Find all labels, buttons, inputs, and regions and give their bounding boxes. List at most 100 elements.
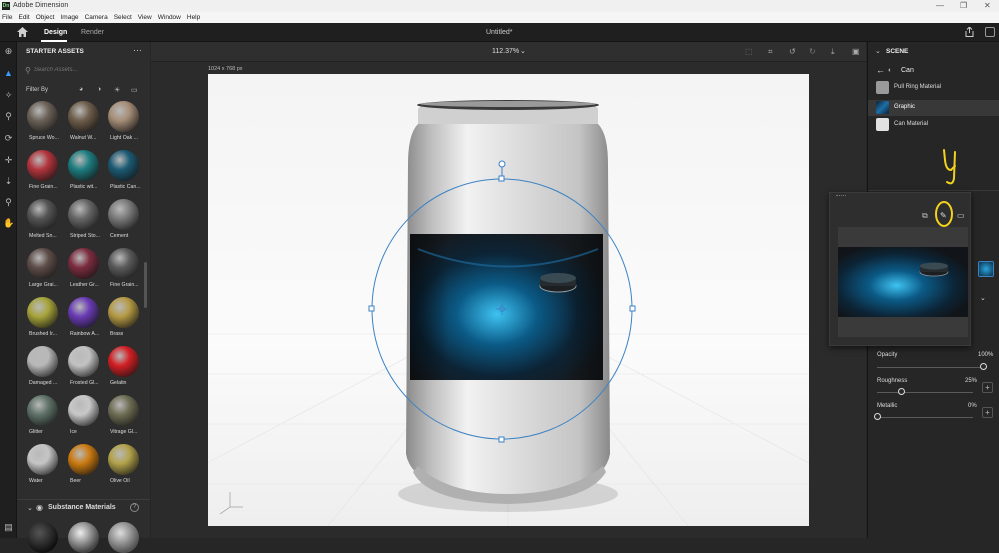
metallic-slider[interactable] (877, 417, 973, 418)
hand-icon[interactable]: ✋ (3, 218, 14, 229)
add-icon[interactable]: ⊕ (3, 46, 14, 57)
layers-icon[interactable]: ▤ (3, 522, 14, 533)
asset-swatch[interactable] (108, 150, 139, 181)
sampler-icon[interactable]: ⚲ (3, 111, 14, 122)
asset-swatch[interactable] (68, 346, 99, 377)
menu-view[interactable]: View (138, 14, 152, 21)
filter-materials-icon[interactable]: ◑ (97, 86, 101, 93)
viewport[interactable] (87, 74, 929, 527)
asset-swatch[interactable] (68, 297, 99, 328)
asset-swatch[interactable] (68, 150, 99, 181)
scene-item-pull-ring-material[interactable]: Pull Ring Material (876, 80, 996, 96)
drop-to-ground-icon[interactable]: ⤓ (831, 47, 835, 57)
camera-bookmark-icon[interactable]: ⌗ (768, 47, 773, 57)
menu-image[interactable]: Image (60, 14, 78, 21)
zoom-level[interactable]: 112.37% (492, 48, 519, 55)
menu-window[interactable]: Window (158, 14, 181, 21)
scene-item-can-material[interactable]: Can Material (876, 117, 996, 133)
dolly-icon[interactable]: ⇣ (3, 176, 14, 187)
scene-header[interactable]: SCENE (886, 48, 908, 55)
home-icon[interactable] (16, 26, 29, 38)
opacity-slider-knob[interactable] (980, 363, 987, 370)
zoom-icon[interactable]: ⚲ (3, 197, 14, 208)
restore-icon[interactable]: ❐ (960, 1, 967, 10)
menu-select[interactable]: Select (114, 14, 132, 21)
roughness-add-button[interactable]: + (982, 382, 993, 393)
asset-swatch[interactable] (108, 444, 139, 475)
roughness-slider[interactable] (877, 392, 973, 393)
scene-item-graphic[interactable]: Graphic (876, 100, 996, 116)
roughness-slider-knob[interactable] (898, 388, 905, 395)
asset-swatch[interactable] (108, 101, 139, 132)
graphic-thumbnail (876, 101, 889, 114)
minimize-icon[interactable]: — (936, 1, 944, 10)
menu-help[interactable]: Help (187, 14, 200, 21)
scrollbar-thumb[interactable] (144, 262, 147, 308)
asset-swatch[interactable] (108, 395, 139, 426)
asset-swatch[interactable] (68, 101, 99, 132)
asset-swatch[interactable] (27, 297, 58, 328)
chevron-down-icon[interactable]: ⌄ (75, 47, 81, 55)
scene-chevron-icon[interactable]: ⌄ (875, 47, 881, 55)
metallic-value[interactable]: 0% (968, 403, 977, 409)
asset-swatch[interactable] (108, 346, 139, 377)
snapshot-icon[interactable]: ▣ (852, 47, 860, 56)
tab-render[interactable]: Render (81, 23, 104, 42)
redo-view-icon[interactable]: ↻ (809, 47, 816, 56)
filter-models-icon[interactable]: ◕ (79, 86, 83, 93)
magic-wand-icon[interactable]: ✧ (3, 90, 14, 101)
asset-swatch[interactable] (68, 395, 99, 426)
asset-swatch[interactable] (108, 248, 139, 279)
asset-swatch[interactable] (68, 248, 99, 279)
breadcrumb[interactable]: Can (901, 67, 914, 74)
scale-handle-right[interactable] (629, 305, 636, 312)
asset-swatch[interactable] (68, 199, 99, 230)
select-tool-icon[interactable]: ▲ (3, 68, 14, 79)
asset-swatch[interactable] (27, 444, 58, 475)
metallic-add-button[interactable]: + (982, 407, 993, 418)
filter-images-icon[interactable]: ▭ (131, 86, 138, 94)
pan-icon[interactable]: ✛ (3, 155, 14, 166)
asset-swatch[interactable] (108, 199, 139, 230)
zoom-chevron-icon[interactable]: ⌄ (520, 47, 526, 55)
roughness-value[interactable]: 25% (965, 378, 977, 384)
menu-camera[interactable]: Camera (85, 14, 108, 21)
menu-edit[interactable]: Edit (18, 14, 29, 21)
help-icon[interactable]: ? (130, 503, 139, 512)
panel-toggle-icon[interactable] (985, 27, 995, 37)
asset-swatch[interactable] (27, 150, 58, 181)
replace-image-icon[interactable]: ⧉ (922, 211, 928, 221)
substance-header[interactable]: Substance Materials (48, 504, 116, 511)
scale-handle-bottom[interactable] (498, 436, 505, 443)
menu-object[interactable]: Object (36, 14, 55, 21)
asset-swatch[interactable] (27, 101, 58, 132)
scale-handle-left[interactable] (368, 305, 375, 312)
frame-icon[interactable]: ⬚ (745, 47, 753, 56)
expand-chevron-icon[interactable]: ⌄ (980, 294, 986, 302)
back-arrow-icon[interactable]: ← (876, 65, 885, 75)
asset-swatch[interactable] (27, 395, 58, 426)
undo-view-icon[interactable]: ↺ (789, 47, 796, 56)
collapse-chevron-icon[interactable]: ⌄ (27, 504, 33, 512)
opacity-slider[interactable] (877, 367, 983, 368)
filter-lights-icon[interactable]: ☀ (114, 86, 120, 94)
close-icon[interactable]: ✕ (984, 1, 991, 10)
share-icon[interactable] (965, 26, 974, 37)
metallic-slider-knob[interactable] (874, 413, 881, 420)
asset-swatch[interactable] (68, 444, 99, 475)
orbit-icon[interactable]: ⟳ (3, 133, 14, 144)
rotate-handle[interactable] (498, 160, 506, 168)
asset-swatch[interactable] (108, 297, 139, 328)
roughness-label: Roughness (877, 378, 908, 384)
image-swatch[interactable] (978, 261, 994, 277)
opacity-value[interactable]: 100% (978, 352, 993, 358)
canvas-area: 112.37% ⌄ ⬚ ⌗ ↺ ↻ ⤓ ▣ 1024 x 768 px (87, 42, 929, 538)
more-options-icon[interactable]: ··· (133, 45, 142, 55)
menu-file[interactable]: File (2, 14, 12, 21)
scale-handle-top[interactable] (498, 175, 505, 182)
asset-swatch[interactable] (27, 346, 58, 377)
asset-swatch[interactable] (27, 248, 58, 279)
search-input[interactable] (34, 64, 134, 76)
asset-swatch[interactable] (27, 199, 58, 230)
drag-handle[interactable] (836, 195, 846, 196)
